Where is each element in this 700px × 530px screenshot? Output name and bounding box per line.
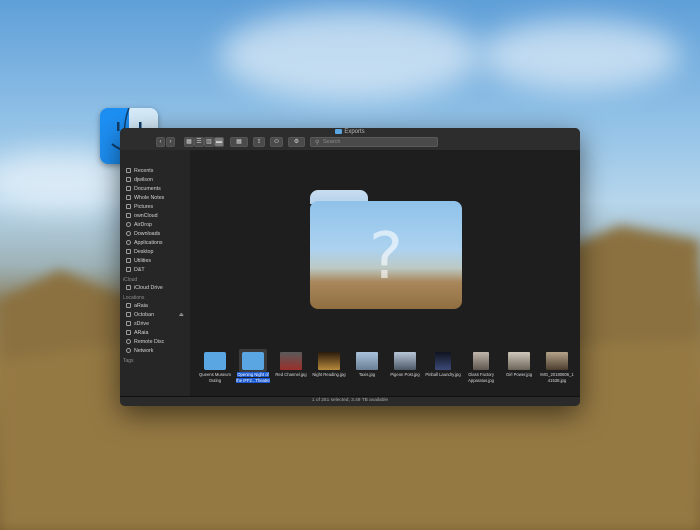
sidebar-item-downloads[interactable]: Downloads bbox=[126, 230, 160, 238]
image-thumbnail bbox=[473, 352, 489, 370]
title-bar: Exports ‹ › ▦ ☰ ▥ ▬ ▦ ⇪ ⬭ ⚙ ⚲ Search bbox=[120, 128, 580, 150]
view-list-button[interactable]: ☰ bbox=[194, 137, 204, 147]
image-thumbnail bbox=[546, 352, 568, 370]
file-item[interactable]: Red Channel.jpg bbox=[272, 346, 310, 396]
search-field[interactable]: ⚲ Search bbox=[310, 137, 438, 147]
sidebar-item-icloud-drive[interactable]: iCloud Drive bbox=[126, 284, 163, 292]
image-thumbnail bbox=[318, 352, 340, 370]
sidebar-item-home[interactable]: djwilson bbox=[126, 176, 153, 184]
file-name: IMG_20180806_1 41538.jpg bbox=[540, 372, 574, 383]
sidebar-item-documents[interactable]: Documents bbox=[126, 185, 161, 193]
status-bar: 1 of 251 selected, 3.49 TB available bbox=[120, 396, 580, 406]
group-button[interactable]: ▦ bbox=[230, 137, 248, 147]
sidebar-item-araia[interactable]: aRaia bbox=[126, 302, 148, 310]
file-name: Taxis.jpg bbox=[358, 372, 376, 377]
file-item[interactable]: Pigeon Post.jpg bbox=[386, 346, 424, 396]
question-mark-glyph: ? bbox=[369, 220, 403, 294]
sidebar-section-locations: Locations bbox=[123, 295, 145, 301]
file-name: Girl Power.jpg bbox=[505, 372, 533, 377]
sidebar-item-sdrive[interactable]: sDrive bbox=[126, 320, 149, 328]
folder-icon bbox=[204, 352, 226, 370]
share-button[interactable]: ⇪ bbox=[253, 137, 265, 147]
file-name: Night Reading.jpg bbox=[312, 372, 346, 377]
action-button[interactable]: ⚙ bbox=[288, 137, 305, 147]
file-item[interactable]: IMG_20180806_1 41538.jpg bbox=[538, 346, 576, 396]
sidebar-item-owncloud[interactable]: ownCloud bbox=[126, 212, 158, 220]
sidebar-item-desktop[interactable]: Desktop bbox=[126, 248, 153, 256]
forward-button[interactable]: › bbox=[166, 137, 175, 147]
view-columns-button[interactable]: ▥ bbox=[204, 137, 214, 147]
drive-icon bbox=[126, 321, 131, 326]
photo-icon bbox=[126, 204, 131, 209]
folder-icon bbox=[126, 267, 131, 272]
sidebar-item-utilities[interactable]: Utilities bbox=[126, 257, 151, 265]
back-button[interactable]: ‹ bbox=[156, 137, 165, 147]
file-item[interactable]: Queens Museum Outing bbox=[196, 346, 234, 396]
sidebar: Recents djwilson Documents Whole Notes P… bbox=[120, 150, 190, 396]
drive-icon bbox=[126, 303, 131, 308]
folder-icon bbox=[335, 129, 343, 134]
file-item[interactable]: Girl Power.jpg bbox=[500, 346, 538, 396]
disc-icon bbox=[126, 339, 131, 344]
sidebar-item-network[interactable]: Network bbox=[126, 347, 153, 355]
eject-icon[interactable]: ⏏ bbox=[179, 311, 184, 319]
file-name: Glass Factory Apparatus.jpg bbox=[468, 372, 494, 383]
image-thumbnail bbox=[280, 352, 302, 370]
airdrop-icon bbox=[126, 222, 131, 227]
sidebar-item-whole-notes[interactable]: Whole Notes bbox=[126, 194, 164, 202]
sidebar-item-remote-disc[interactable]: Remote Disc bbox=[126, 338, 164, 346]
globe-icon bbox=[126, 348, 131, 353]
search-placeholder: Search bbox=[323, 139, 341, 145]
home-icon bbox=[126, 177, 131, 182]
sidebar-item-recents[interactable]: Recents bbox=[126, 167, 153, 175]
gallery-strip: Queens Museum Outing Opening Night of th… bbox=[192, 346, 580, 396]
search-icon: ⚲ bbox=[315, 140, 320, 146]
file-name: Pigeon Post.jpg bbox=[390, 372, 420, 377]
applications-icon bbox=[126, 240, 131, 245]
sidebar-item-octoban[interactable]: Octoban ⏏ bbox=[126, 311, 184, 319]
file-item[interactable]: Taxis.jpg bbox=[348, 346, 386, 396]
sidebar-item-airdrop[interactable]: AirDrop bbox=[126, 221, 152, 229]
folder-icon bbox=[126, 195, 131, 200]
view-gallery-button[interactable]: ▬ bbox=[214, 137, 224, 147]
desktop-icon bbox=[126, 249, 131, 254]
finder-window: Exports ‹ › ▦ ☰ ▥ ▬ ▦ ⇪ ⬭ ⚙ ⚲ Search Rec… bbox=[120, 128, 580, 406]
window-title: Exports bbox=[120, 129, 580, 135]
cloud-icon bbox=[126, 213, 131, 218]
sidebar-item-pictures[interactable]: Pictures bbox=[126, 203, 153, 211]
status-text: 1 of 251 selected, 3.49 TB available bbox=[311, 398, 389, 403]
sidebar-item-dt[interactable]: D&T bbox=[126, 266, 145, 274]
image-thumbnail bbox=[435, 352, 451, 370]
drive-icon bbox=[126, 312, 131, 317]
file-item-selected[interactable]: Opening Night of the IFF2...Theatre bbox=[234, 346, 272, 396]
document-icon bbox=[126, 186, 131, 191]
toolbar: ‹ › ▦ ☰ ▥ ▬ ▦ ⇪ ⬭ ⚙ ⚲ Search bbox=[120, 137, 580, 150]
folder-icon bbox=[242, 352, 264, 370]
file-name: Red Channel.jpg bbox=[275, 372, 307, 377]
file-item[interactable]: Night Reading.jpg bbox=[310, 346, 348, 396]
file-name: Queens Museum Outing bbox=[199, 372, 231, 383]
tag-button[interactable]: ⬭ bbox=[270, 137, 283, 147]
file-name: Pinball Laundry.jpg bbox=[425, 372, 461, 377]
file-item[interactable]: Glass Factory Apparatus.jpg bbox=[462, 346, 500, 396]
sidebar-item-applications[interactable]: Applications bbox=[126, 239, 163, 247]
view-icons-button[interactable]: ▦ bbox=[184, 137, 194, 147]
clock-icon bbox=[126, 168, 131, 173]
file-item[interactable]: Pinball Laundry.jpg bbox=[424, 346, 462, 396]
drive-icon bbox=[126, 330, 131, 335]
folder-icon bbox=[126, 258, 131, 263]
cloud-icon bbox=[126, 285, 131, 290]
sidebar-section-icloud: iCloud bbox=[123, 277, 138, 283]
sidebar-item-araia-2[interactable]: ARaia bbox=[126, 329, 148, 337]
image-thumbnail bbox=[508, 352, 530, 370]
download-icon bbox=[126, 231, 131, 236]
image-thumbnail bbox=[356, 352, 378, 370]
image-thumbnail bbox=[394, 352, 416, 370]
file-name: Opening Night of the IFF2...Theatre bbox=[236, 372, 270, 383]
sidebar-section-tags: Tags bbox=[123, 358, 134, 364]
